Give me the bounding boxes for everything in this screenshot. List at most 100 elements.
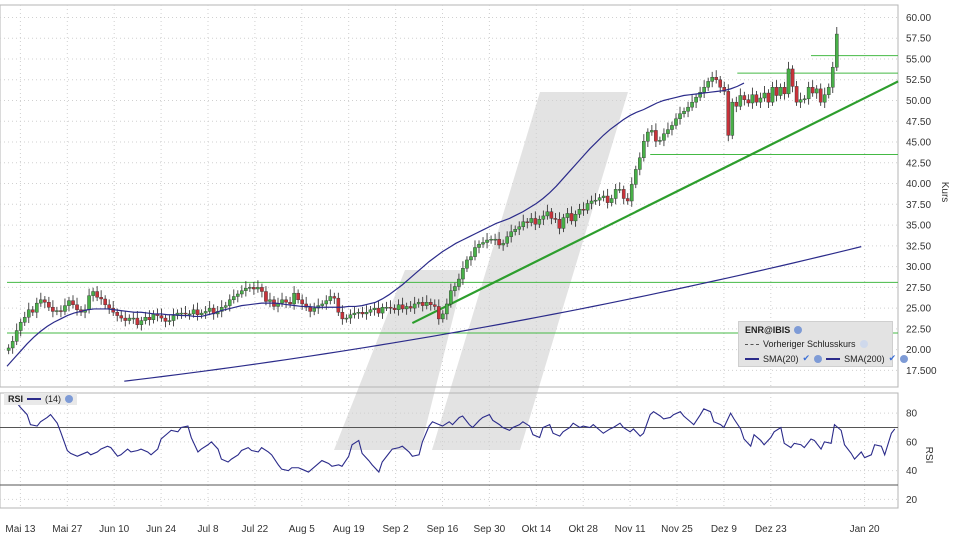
candle-body bbox=[396, 304, 401, 310]
candle-body bbox=[151, 313, 156, 320]
candle-body bbox=[6, 347, 11, 351]
x-tick-label: Jan 20 bbox=[850, 524, 880, 535]
candle-body bbox=[416, 302, 421, 305]
candle-body bbox=[18, 322, 23, 331]
candle-body bbox=[662, 133, 666, 141]
candle-body bbox=[638, 157, 642, 170]
candle-body bbox=[30, 309, 35, 313]
checkmark-icon[interactable]: ✔ bbox=[803, 353, 811, 364]
settings-icon[interactable] bbox=[794, 326, 803, 334]
y-tick-label: 45.00 bbox=[906, 138, 931, 149]
legend-item-label: SMA(20) bbox=[763, 353, 799, 364]
toggle-icon[interactable] bbox=[859, 340, 868, 348]
legend-sma-row: SMA(20) ✔ SMA(200) ✔ bbox=[745, 353, 909, 364]
candle-body bbox=[465, 259, 469, 269]
candle-body bbox=[585, 203, 590, 211]
candle-body bbox=[674, 118, 678, 126]
legend-item-label: SMA(200) bbox=[844, 353, 885, 364]
legend-symbol: ENR@IBIS bbox=[745, 325, 791, 335]
y-tick-label: 57.50 bbox=[906, 34, 931, 45]
candle-body bbox=[742, 95, 747, 100]
settings-icon[interactable] bbox=[900, 354, 909, 363]
candle-body bbox=[252, 287, 256, 290]
candle-body bbox=[497, 238, 501, 246]
candle-body bbox=[199, 312, 204, 315]
candle-body bbox=[227, 299, 232, 306]
candle-body bbox=[388, 307, 393, 309]
candle-body bbox=[95, 291, 99, 298]
candle-body bbox=[826, 87, 831, 95]
watermark-logo bbox=[334, 92, 628, 450]
candle-body bbox=[284, 299, 288, 303]
candle-body bbox=[424, 302, 429, 306]
candle-body bbox=[565, 213, 570, 218]
candlestick-series bbox=[6, 27, 839, 355]
candle-body bbox=[231, 296, 236, 301]
candle-body bbox=[650, 130, 654, 133]
candle-body bbox=[135, 317, 140, 325]
candle-body bbox=[545, 211, 550, 217]
y-tick-label: 32.50 bbox=[906, 241, 931, 252]
candle-body bbox=[400, 304, 405, 310]
candle-body bbox=[617, 189, 622, 191]
candle-body bbox=[384, 307, 389, 309]
candle-body bbox=[256, 287, 260, 290]
candle-body bbox=[682, 111, 686, 114]
y-tick-label: 20.00 bbox=[906, 345, 931, 356]
candle-body bbox=[300, 299, 304, 305]
y-axis-title-price: Kurs bbox=[939, 182, 950, 203]
candle-body bbox=[473, 247, 477, 257]
candle-body bbox=[292, 292, 296, 305]
candle-body bbox=[694, 96, 698, 103]
settings-icon[interactable] bbox=[65, 395, 74, 403]
y-tick-label: 27.50 bbox=[906, 283, 931, 294]
rsi-period: (14) bbox=[45, 394, 62, 404]
x-tick-label: Aug 19 bbox=[333, 524, 365, 535]
candle-body bbox=[51, 307, 55, 312]
candle-body bbox=[489, 238, 493, 241]
x-tick-label: Okt 28 bbox=[568, 524, 598, 535]
candle-body bbox=[59, 310, 63, 312]
candle-body bbox=[143, 317, 148, 321]
trend-line bbox=[411, 80, 899, 325]
candle-body bbox=[553, 218, 558, 220]
candle-body bbox=[437, 306, 441, 320]
candle-body bbox=[666, 129, 670, 134]
x-tick-label: Nov 11 bbox=[615, 524, 646, 535]
candle-body bbox=[601, 195, 606, 198]
candle-body bbox=[774, 87, 779, 96]
rsi-tick-label: 80 bbox=[906, 409, 918, 420]
candle-body bbox=[806, 87, 811, 100]
x-tick-label: Nov 25 bbox=[661, 524, 693, 535]
candle-body bbox=[734, 101, 739, 107]
candle-body bbox=[702, 87, 706, 93]
candle-body bbox=[336, 297, 341, 313]
y-tick-label: 55.00 bbox=[906, 54, 931, 65]
candle-body bbox=[99, 297, 103, 300]
candle-body bbox=[420, 302, 425, 306]
candle-body bbox=[22, 317, 27, 323]
candle-body bbox=[481, 242, 485, 245]
candle-body bbox=[372, 307, 377, 310]
candle-body bbox=[509, 231, 513, 237]
candle-body bbox=[589, 200, 594, 204]
candle-body bbox=[179, 312, 184, 315]
checkmark-icon[interactable]: ✔ bbox=[889, 353, 897, 364]
candle-body bbox=[240, 290, 244, 295]
candle-body bbox=[710, 77, 714, 82]
candle-body bbox=[533, 218, 538, 225]
settings-icon[interactable] bbox=[814, 354, 823, 363]
candle-body bbox=[517, 226, 522, 230]
candle-body bbox=[260, 287, 264, 292]
candle-body bbox=[738, 95, 743, 107]
candle-body bbox=[139, 320, 144, 325]
rsi-tick-label: 40 bbox=[906, 466, 918, 477]
y-tick-label: 60.00 bbox=[906, 13, 931, 24]
candle-body bbox=[10, 341, 15, 349]
stock-chart: 60.00 57.50 55.00 52.50 50.00 47.50 45.00 42.50… bbox=[0, 4, 950, 535]
candle-body bbox=[577, 209, 582, 215]
candle-body bbox=[658, 140, 662, 142]
candle-body bbox=[324, 300, 329, 305]
candle-body bbox=[428, 302, 433, 305]
candle-body bbox=[762, 92, 767, 99]
